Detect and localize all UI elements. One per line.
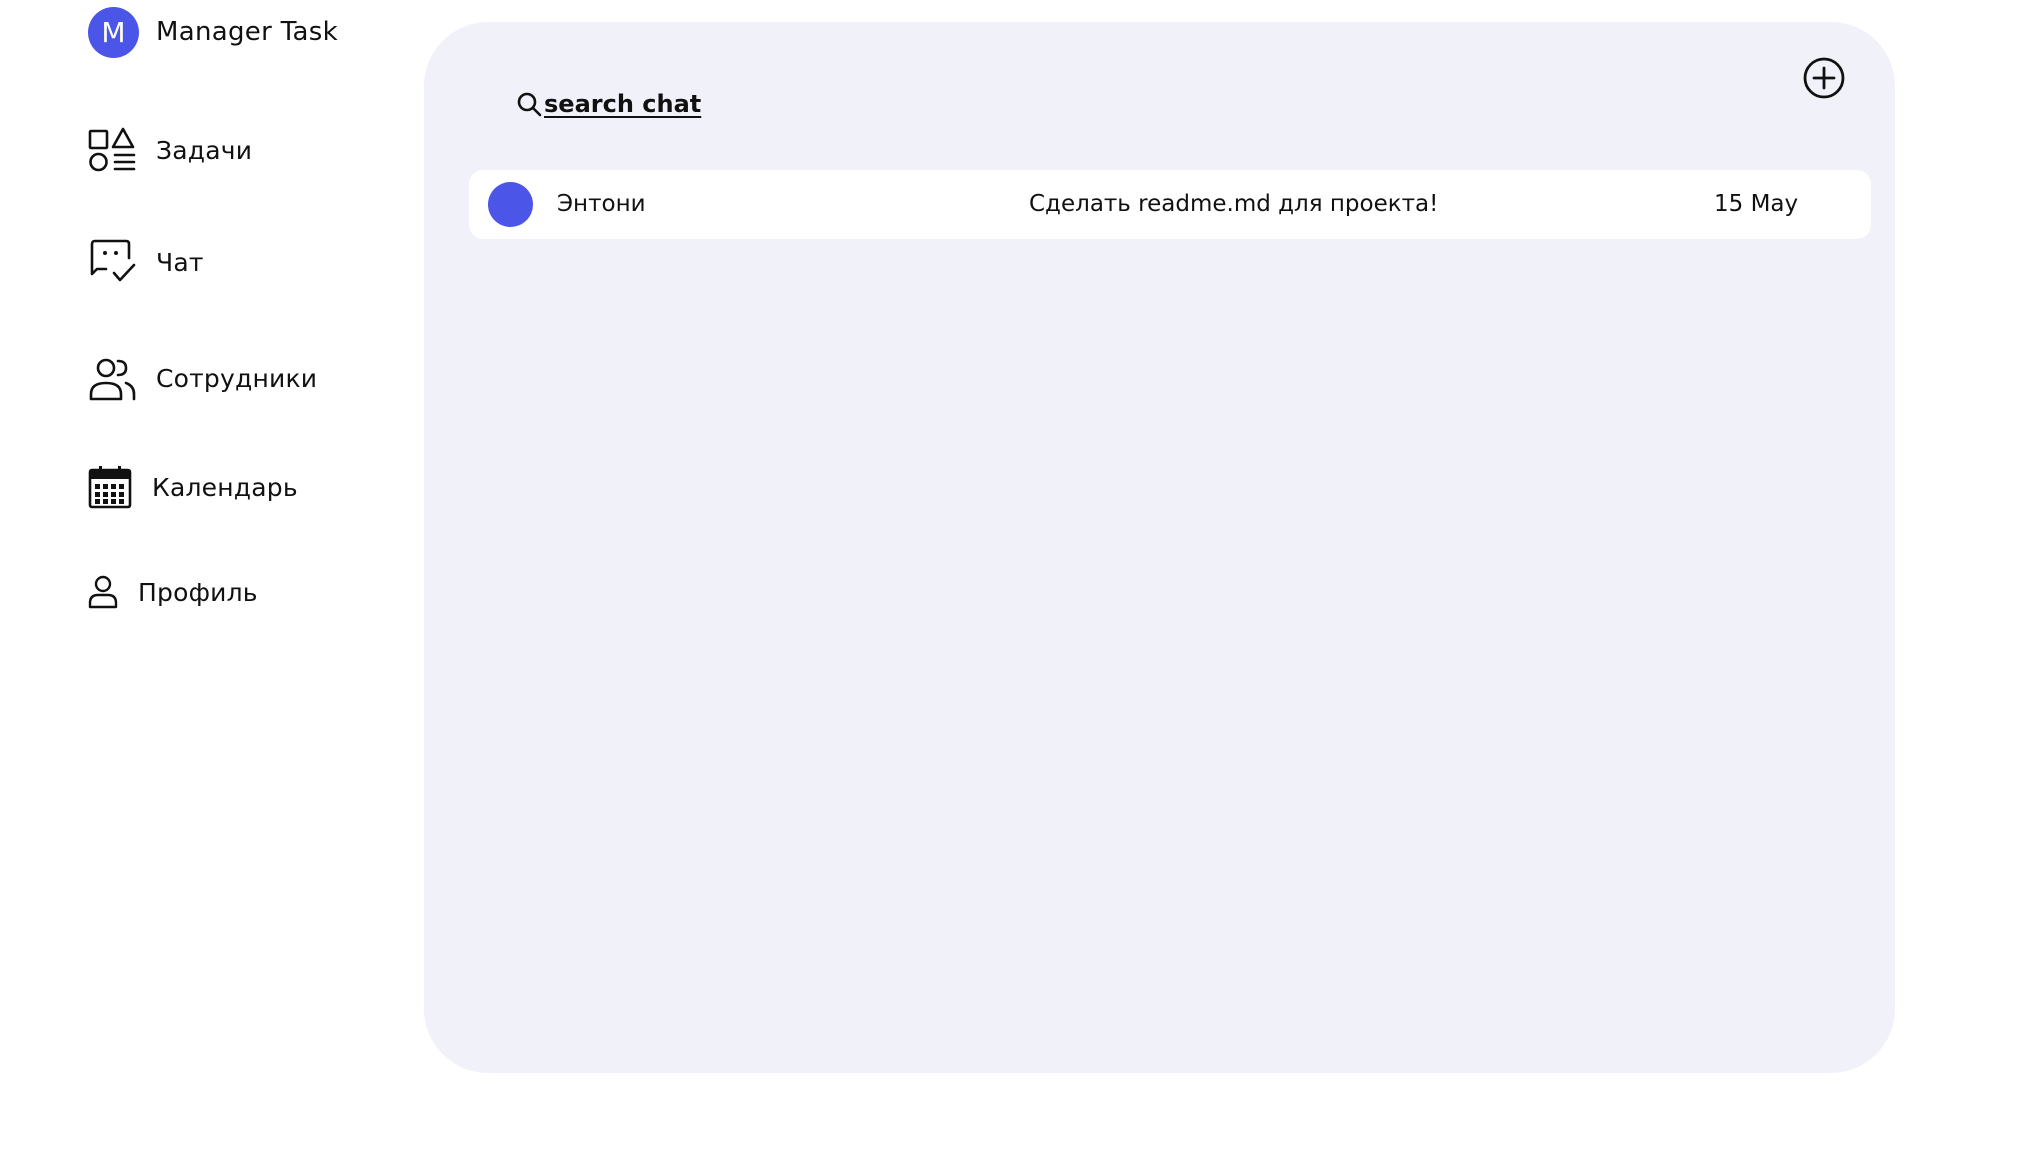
chat-date: 15 May [1714, 191, 1799, 217]
add-chat-button[interactable] [1802, 56, 1846, 100]
sidebar-item-chat[interactable]: Чат [88, 238, 204, 286]
profile-icon [88, 575, 118, 609]
tasks-shapes-icon [88, 126, 136, 174]
search-chat[interactable]: search chat [516, 90, 701, 118]
sidebar-item-tasks[interactable]: Задачи [88, 126, 252, 174]
sidebar-item-label: Задачи [156, 135, 253, 165]
chat-check-icon [88, 238, 136, 286]
sidebar-item-calendar[interactable]: Календарь [88, 465, 298, 509]
chat-contact-name: Энтони [557, 191, 646, 217]
sidebar-item-employees[interactable]: Сотрудники [88, 355, 317, 401]
sidebar-item-label: Календарь [152, 472, 298, 502]
chat-panel: search chat Энтони Сделать readme.md для… [424, 22, 1895, 1073]
brand[interactable]: M Manager Task [88, 6, 338, 58]
sidebar-item-label: Профиль [138, 577, 258, 607]
calendar-icon [88, 465, 132, 509]
sidebar-item-profile[interactable]: Профиль [88, 575, 258, 609]
search-icon [516, 91, 542, 117]
chat-avatar [488, 182, 533, 227]
chat-last-message: Сделать readme.md для проекта! [1029, 191, 1439, 217]
app-root: M Manager Task Задачи Чат Сотрудники Кал… [0, 0, 2043, 1164]
brand-title: Manager Task [156, 17, 338, 47]
search-chat-label[interactable]: search chat [544, 90, 701, 118]
plus-circle-icon [1802, 57, 1846, 104]
chat-list-item[interactable]: Энтони Сделать readme.md для проекта! 15… [469, 170, 1871, 239]
brand-avatar: M [88, 6, 139, 58]
sidebar-item-label: Сотрудники [156, 363, 318, 393]
users-icon [88, 355, 136, 401]
sidebar-item-label: Чат [156, 247, 204, 277]
sidebar: M Manager Task Задачи Чат Сотрудники Кал… [0, 0, 400, 1164]
